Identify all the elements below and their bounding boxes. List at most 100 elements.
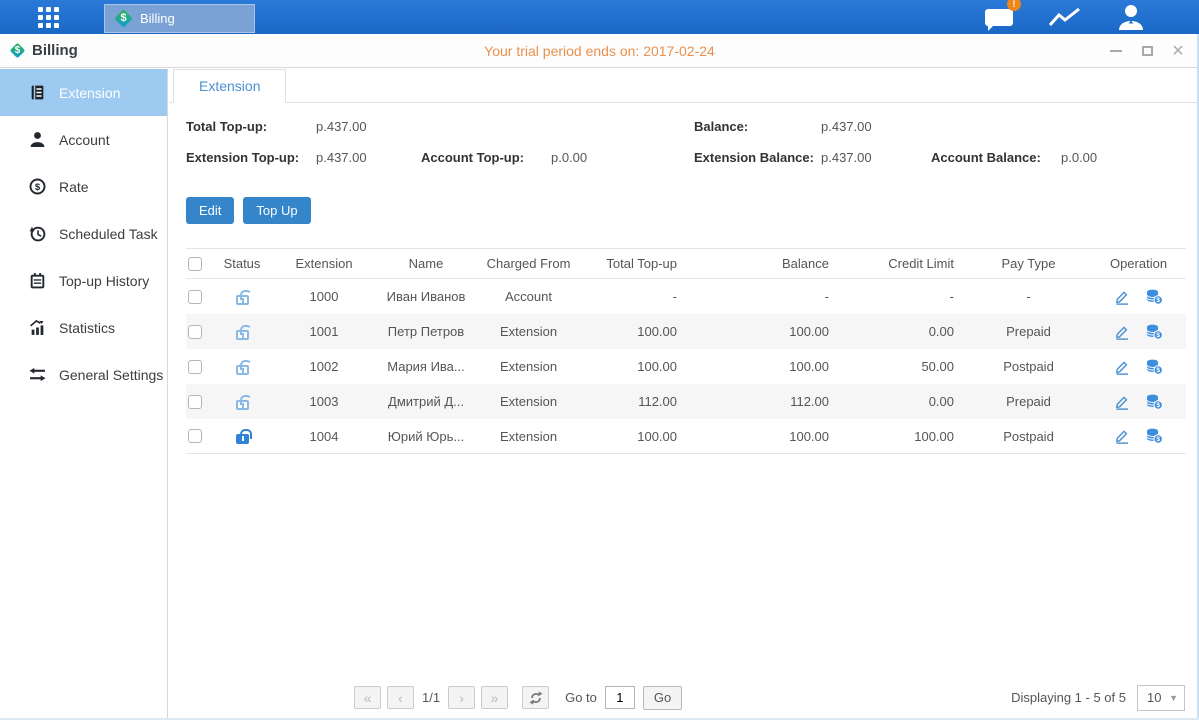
sidebar-item-topup-history[interactable]: Top-up History xyxy=(0,257,167,304)
last-page-button[interactable]: » xyxy=(481,686,508,709)
account-topup-value: p.0.00 xyxy=(551,150,587,165)
top-up-row-icon[interactable]: $ xyxy=(1146,359,1163,375)
window-title-bar: Your trial period ends on: 2017-02-24 $ … xyxy=(0,34,1199,68)
sidebar-item-general-settings[interactable]: General Settings xyxy=(0,351,167,398)
top-up-row-icon[interactable]: $ xyxy=(1146,324,1163,340)
edit-button[interactable]: Edit xyxy=(186,197,234,224)
row-checkbox[interactable] xyxy=(188,429,202,443)
user-icon[interactable] xyxy=(1113,4,1149,30)
tab-extension[interactable]: Extension xyxy=(173,69,286,103)
table-header: Status Extension Name Charged From Total… xyxy=(186,248,1186,279)
apps-grid-icon[interactable] xyxy=(38,7,59,28)
cell-pay-type: Postpaid xyxy=(966,429,1091,444)
top-up-row-icon[interactable]: $ xyxy=(1146,428,1163,444)
column-operation: Operation xyxy=(1091,256,1186,271)
row-checkbox[interactable] xyxy=(188,325,202,339)
select-all-checkbox[interactable] xyxy=(188,257,202,271)
total-topup-label: Total Top-up: xyxy=(186,119,267,134)
column-extension: Extension xyxy=(272,256,376,271)
cell-name: Иван Иванов xyxy=(376,289,476,304)
svg-text:$: $ xyxy=(1156,332,1160,339)
billing-diamond-icon: $ xyxy=(115,10,132,27)
topup-history-icon xyxy=(29,272,46,289)
minimize-icon[interactable] xyxy=(1109,44,1123,58)
column-name: Name xyxy=(376,256,476,271)
table-row: 1004Юрий Юрь...Extension100.00100.00100.… xyxy=(186,419,1186,454)
notification-badge: ! xyxy=(1007,0,1021,11)
row-checkbox[interactable] xyxy=(188,290,202,304)
maximize-icon[interactable] xyxy=(1140,44,1154,58)
first-page-button[interactable]: « xyxy=(354,686,381,709)
cell-name: Юрий Юрь... xyxy=(376,429,476,444)
pagination-bar: « ‹ 1/1 › » Go to Go Displaying 1 - 5 of… xyxy=(354,684,1185,711)
rate-icon: $ xyxy=(29,178,46,195)
edit-row-icon[interactable] xyxy=(1114,359,1130,375)
sidebar-item-scheduled-task[interactable]: Scheduled Task xyxy=(0,210,167,257)
top-up-button[interactable]: Top Up xyxy=(243,197,310,224)
extension-balance-value: p.437.00 xyxy=(821,150,872,165)
sidebar-item-statistics[interactable]: Statistics xyxy=(0,304,167,351)
column-total-topup: Total Top-up xyxy=(581,256,691,271)
cell-total-topup: - xyxy=(581,289,691,304)
sidebar-item-rate[interactable]: $ Rate xyxy=(0,163,167,210)
close-icon[interactable]: × xyxy=(1171,44,1185,58)
edit-row-icon[interactable] xyxy=(1114,428,1130,444)
row-checkbox[interactable] xyxy=(188,395,202,409)
refresh-button[interactable] xyxy=(522,686,549,709)
cell-name: Петр Петров xyxy=(376,324,476,339)
messages-icon[interactable]: ! xyxy=(981,4,1017,30)
cell-charged-from: Extension xyxy=(476,359,581,374)
tab-strip: Extension xyxy=(169,69,1199,103)
unlocked-icon xyxy=(236,330,249,340)
cell-pay-type: - xyxy=(966,289,1091,304)
prev-page-button[interactable]: ‹ xyxy=(387,686,414,709)
reports-icon[interactable] xyxy=(1047,4,1083,30)
cell-name: Мария Ива... xyxy=(376,359,476,374)
extension-balance-label: Extension Balance: xyxy=(694,150,814,165)
billing-app-tab[interactable]: $ Billing xyxy=(104,4,255,33)
next-page-button[interactable]: › xyxy=(448,686,475,709)
sidebar-item-label: General Settings xyxy=(59,367,163,383)
edit-row-icon[interactable] xyxy=(1114,289,1130,305)
cell-balance: 100.00 xyxy=(691,359,841,374)
account-balance-value: p.0.00 xyxy=(1061,150,1097,165)
go-button[interactable]: Go xyxy=(643,686,682,710)
general-settings-icon xyxy=(29,366,46,383)
message-bubble-icon xyxy=(985,9,1013,26)
page-indicator: 1/1 xyxy=(422,690,440,705)
cell-credit-limit: 100.00 xyxy=(841,429,966,444)
row-checkbox[interactable] xyxy=(188,360,202,374)
top-up-row-icon[interactable]: $ xyxy=(1146,394,1163,410)
person-icon xyxy=(1116,4,1146,30)
cell-total-topup: 100.00 xyxy=(581,359,691,374)
table-row: 1000Иван ИвановAccount----$ xyxy=(186,279,1186,314)
chevron-down-icon: ▼ xyxy=(1169,693,1184,703)
top-up-row-icon[interactable]: $ xyxy=(1146,289,1163,305)
cell-credit-limit: 0.00 xyxy=(841,324,966,339)
page-size-value: 10 xyxy=(1138,690,1161,705)
window-title: Billing xyxy=(32,42,78,59)
table-row: 1002Мария Ива...Extension100.00100.0050.… xyxy=(186,349,1186,384)
total-topup-value: p.437.00 xyxy=(316,119,367,134)
sidebar: Extension Account $ Rate Scheduled Task xyxy=(0,69,168,720)
svg-text:$: $ xyxy=(1156,436,1160,443)
extension-topup-value: p.437.00 xyxy=(316,150,367,165)
goto-page-input[interactable] xyxy=(605,686,635,709)
cell-extension: 1003 xyxy=(272,394,376,409)
edit-row-icon[interactable] xyxy=(1114,394,1130,410)
sidebar-item-account[interactable]: Account xyxy=(0,116,167,163)
goto-label: Go to xyxy=(565,690,597,705)
cell-balance: 112.00 xyxy=(691,394,841,409)
cell-credit-limit: - xyxy=(841,289,966,304)
cell-pay-type: Prepaid xyxy=(966,324,1091,339)
cell-extension: 1001 xyxy=(272,324,376,339)
billing-diamond-icon: $ xyxy=(10,43,25,58)
sidebar-item-label: Rate xyxy=(59,179,89,195)
balance-value: p.437.00 xyxy=(821,119,872,134)
table-row: 1003Дмитрий Д...Extension112.00112.000.0… xyxy=(186,384,1186,419)
locked-icon xyxy=(236,434,249,444)
cell-charged-from: Extension xyxy=(476,429,581,444)
sidebar-item-extension[interactable]: Extension xyxy=(0,69,167,116)
page-size-select[interactable]: 10 ▼ xyxy=(1137,685,1185,711)
edit-row-icon[interactable] xyxy=(1114,324,1130,340)
